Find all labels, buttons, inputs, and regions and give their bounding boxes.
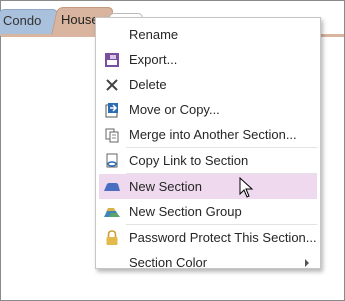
menu-item-copy-link[interactable]: Copy Link to Section — [99, 148, 317, 173]
lock-icon — [103, 229, 121, 247]
menu-label-copy-link: Copy Link to Section — [129, 153, 249, 168]
menu-item-section-color[interactable]: Section Color — [99, 250, 317, 275]
new-section-icon — [103, 178, 121, 196]
menu-label-delete: Delete — [129, 77, 167, 92]
menu-item-rename[interactable]: Rename — [99, 22, 317, 47]
menu-label-new-section-group: New Section Group — [129, 204, 242, 219]
menu-item-export[interactable]: Export... — [99, 47, 317, 72]
menu-item-new-section[interactable]: New Section — [99, 174, 317, 199]
menu-label-move-copy: Move or Copy... — [129, 102, 220, 117]
copy-link-icon — [103, 152, 121, 170]
menu-label-new-section: New Section — [129, 179, 202, 194]
new-section-group-icon — [103, 203, 121, 221]
menu-label-export: Export... — [129, 52, 178, 67]
merge-icon — [103, 126, 121, 144]
menu-label-merge: Merge into Another Section... — [129, 127, 297, 142]
menu-item-password-protect[interactable]: Password Protect This Section... — [99, 225, 317, 250]
onenote-window: Condo House Rename Export... Delete Move… — [0, 0, 345, 301]
delete-x-icon — [103, 76, 121, 94]
submenu-arrow-icon — [305, 258, 309, 267]
export-icon — [103, 51, 121, 69]
tab-house-label: House — [61, 12, 99, 27]
menu-item-move-copy[interactable]: Move or Copy... — [99, 97, 317, 122]
move-copy-icon — [103, 101, 121, 119]
section-context-menu: Rename Export... Delete Move or Copy... … — [95, 17, 321, 270]
menu-item-merge[interactable]: Merge into Another Section... — [99, 122, 317, 147]
tab-condo-label: Condo — [3, 13, 42, 28]
menu-item-new-section-group[interactable]: New Section Group — [99, 199, 317, 224]
menu-label-rename: Rename — [129, 27, 179, 42]
menu-item-delete[interactable]: Delete — [99, 72, 317, 97]
menu-label-password-protect: Password Protect This Section... — [129, 230, 317, 245]
menu-label-section-color: Section Color — [129, 255, 208, 270]
mouse-pointer-icon — [239, 177, 254, 198]
